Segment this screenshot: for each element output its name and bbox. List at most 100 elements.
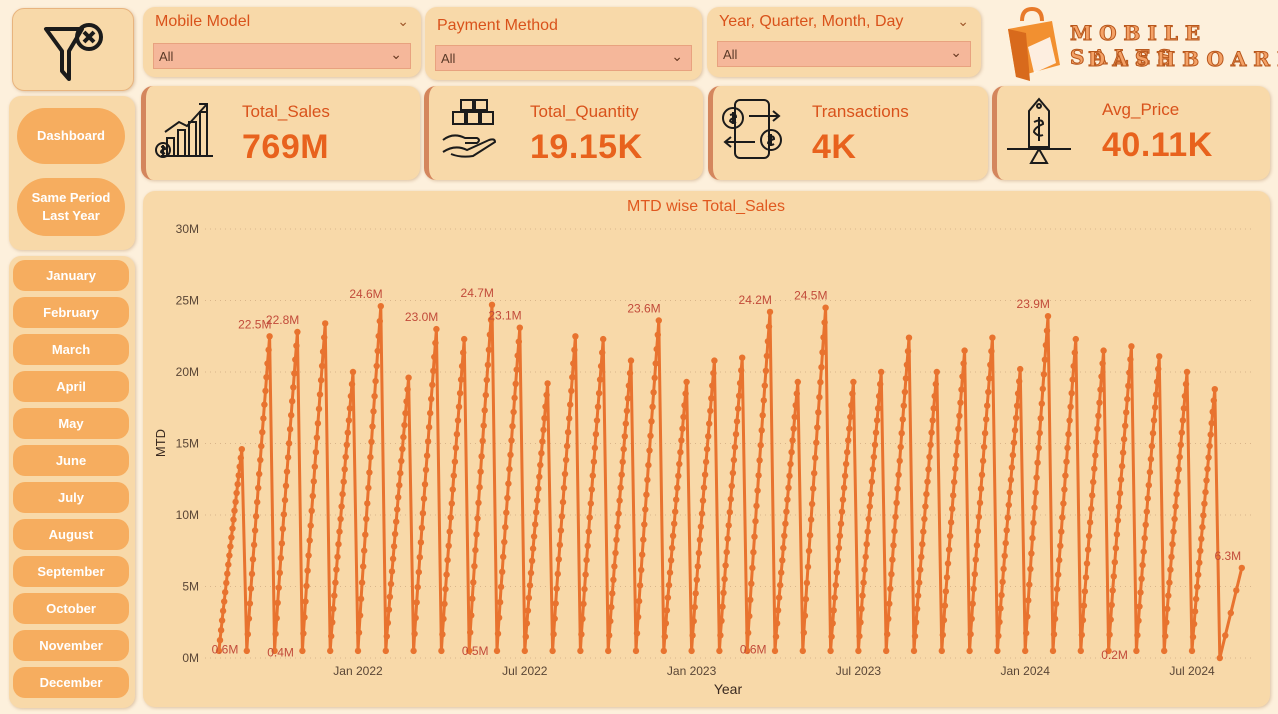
data-point xyxy=(874,405,882,412)
data-point xyxy=(671,520,678,527)
data-point xyxy=(855,647,862,655)
same-period-last-year-nav-button[interactable]: Same Period Last Year xyxy=(17,178,125,236)
data-point xyxy=(1085,532,1093,540)
clear-filters-button[interactable] xyxy=(12,8,134,91)
data-point xyxy=(980,443,988,451)
data-point xyxy=(778,569,785,576)
data-point xyxy=(564,429,572,436)
data-point xyxy=(612,549,619,557)
data-point xyxy=(1080,602,1088,609)
data-point xyxy=(1100,347,1107,354)
data-point xyxy=(1198,535,1205,543)
month-button-june[interactable]: June xyxy=(13,445,129,476)
data-point xyxy=(1004,514,1011,521)
data-point xyxy=(804,563,812,571)
month-button-july[interactable]: July xyxy=(13,482,129,513)
data-point xyxy=(800,629,807,636)
data-point xyxy=(772,633,780,640)
data-point xyxy=(338,503,345,510)
data-point xyxy=(306,537,313,544)
month-button-november[interactable]: November xyxy=(13,630,129,661)
data-point xyxy=(536,473,543,480)
data-point xyxy=(669,532,677,539)
data-point xyxy=(1180,405,1188,412)
data-point xyxy=(412,614,419,622)
data-point xyxy=(316,391,324,398)
mobile-model-dropdown[interactable]: All ⌄ xyxy=(153,43,411,69)
sales-growth-icon xyxy=(155,103,213,158)
data-point xyxy=(756,457,763,464)
data-point xyxy=(834,557,842,564)
date-hierarchy-dropdown[interactable]: All ⌄ xyxy=(717,41,971,67)
data-point xyxy=(699,497,707,504)
data-point xyxy=(1090,478,1097,486)
data-point xyxy=(247,585,255,592)
data-point xyxy=(1077,647,1084,655)
data-point xyxy=(633,630,641,637)
data-label: 24.6M xyxy=(349,287,382,301)
data-point xyxy=(460,349,467,356)
data-point xyxy=(917,566,924,573)
data-point xyxy=(577,647,584,655)
data-point xyxy=(624,395,632,402)
data-point xyxy=(627,357,635,364)
mobile-model-slicer[interactable]: Mobile Model ⌄ All ⌄ xyxy=(143,7,421,77)
data-point xyxy=(312,449,320,456)
data-point xyxy=(233,489,240,497)
data-point xyxy=(228,534,235,541)
data-point xyxy=(472,546,479,554)
data-point xyxy=(441,600,448,608)
payment-method-dropdown[interactable]: All ⌄ xyxy=(435,45,692,71)
data-point xyxy=(900,402,907,409)
month-button-april[interactable]: April xyxy=(13,371,129,402)
data-point xyxy=(1064,444,1071,452)
data-point xyxy=(428,395,435,403)
data-point xyxy=(930,405,937,412)
data-point xyxy=(718,617,725,624)
data-point xyxy=(1001,552,1008,560)
month-button-may[interactable]: May xyxy=(13,408,129,439)
data-point xyxy=(455,403,463,410)
data-point xyxy=(849,390,856,397)
month-button-september[interactable]: September xyxy=(13,556,129,587)
data-point xyxy=(668,544,676,552)
data-point xyxy=(719,603,726,610)
chevron-down-icon[interactable]: ⌄ xyxy=(397,13,409,30)
month-button-december[interactable]: December xyxy=(13,667,129,698)
kpi-label: Transactions xyxy=(812,102,909,121)
data-point xyxy=(835,544,843,552)
date-hierarchy-slicer[interactable]: Year, Quarter, Month, Day ⌄ All ⌄ xyxy=(707,7,981,77)
data-point xyxy=(647,432,654,439)
data-point xyxy=(1114,517,1122,524)
data-point xyxy=(984,402,991,409)
boxes-hand-icon xyxy=(442,99,497,158)
data-point xyxy=(640,536,647,543)
data-point xyxy=(453,431,461,438)
payment-method-slicer[interactable]: Payment Method All ⌄ xyxy=(425,7,702,80)
data-point xyxy=(1051,615,1059,623)
month-button-october[interactable]: October xyxy=(13,593,129,624)
data-point xyxy=(1044,313,1052,320)
month-label: April xyxy=(56,379,86,394)
data-label: 0.6M xyxy=(212,642,239,656)
data-point xyxy=(503,509,510,516)
data-point xyxy=(665,581,673,589)
month-button-january[interactable]: January xyxy=(13,260,129,291)
data-point xyxy=(481,407,488,414)
data-point xyxy=(398,457,405,465)
data-point xyxy=(541,415,548,422)
data-point xyxy=(1057,542,1064,549)
month-button-march[interactable]: March xyxy=(13,334,129,365)
data-point xyxy=(374,347,381,355)
month-button-august[interactable]: August xyxy=(13,519,129,550)
data-point xyxy=(954,438,961,446)
data-point xyxy=(960,360,967,367)
data-point xyxy=(860,579,867,586)
data-point xyxy=(257,456,264,464)
chevron-down-icon[interactable]: ⌄ xyxy=(957,13,969,30)
dashboard-nav-button[interactable]: Dashboard xyxy=(17,108,125,164)
month-button-february[interactable]: February xyxy=(13,297,129,328)
data-point xyxy=(583,556,590,564)
data-point xyxy=(695,549,703,557)
data-point xyxy=(331,592,338,599)
